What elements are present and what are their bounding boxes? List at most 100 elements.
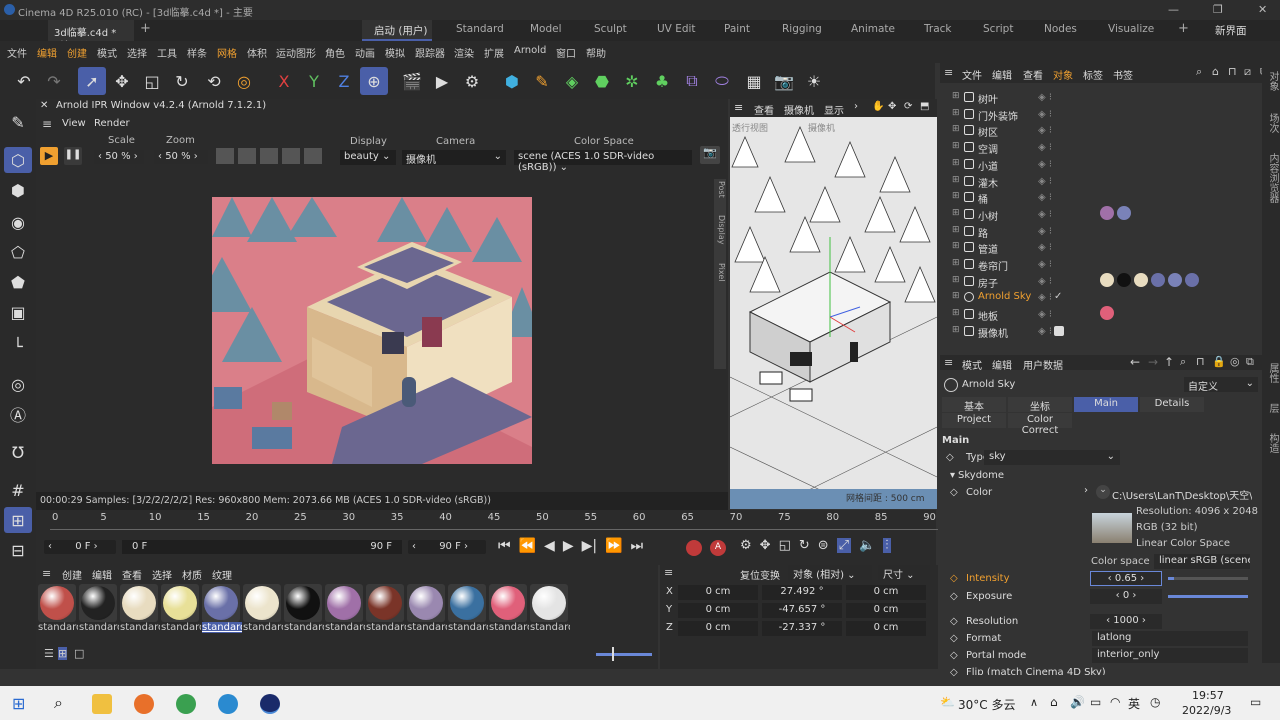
mat-menu-material[interactable]: 材质 <box>182 567 202 582</box>
render-view-icon[interactable]: 🎬 <box>398 67 426 95</box>
expand-icon[interactable]: ⊞ <box>952 291 960 301</box>
material-tag-icon[interactable] <box>1100 205 1114 220</box>
layout-tab-script[interactable]: Script <box>983 23 1013 35</box>
ipr-pause-button[interactable]: ❚❚ <box>64 147 82 165</box>
tab-details[interactable]: Details <box>1140 397 1204 412</box>
coord-size-field[interactable]: 0 cm <box>846 585 926 600</box>
obj-home-icon[interactable]: ⌂ <box>1212 65 1219 78</box>
ipr-play-button[interactable]: ▶ <box>40 147 58 165</box>
attr-pin-icon[interactable]: ⊓ <box>1196 355 1205 368</box>
move-view-icon[interactable]: ✥ <box>888 101 896 112</box>
object-name[interactable]: 灌木 <box>978 175 998 190</box>
obj-menu-edit[interactable]: 编辑 <box>992 67 1012 82</box>
material-tag-icon[interactable] <box>1100 272 1114 287</box>
attr-new-window-icon[interactable]: ⧉ <box>1246 355 1254 369</box>
menu-arnold[interactable]: Arnold <box>514 45 546 56</box>
pla-key-icon[interactable]: ⤢ <box>836 538 852 553</box>
texture-mode-icon[interactable]: ⬢ <box>4 177 32 203</box>
coord-pos-field[interactable]: 0 cm <box>678 585 758 600</box>
tab-project[interactable]: Project <box>942 413 1006 428</box>
3d-viewport[interactable]: ≡ 查看 摄像机 显示 › ✋ ✥ ⟳ ⬒ 透行视图 摄像机 网格间距: 50… <box>730 99 937 509</box>
coord-rot-field[interactable]: -47.657 ° <box>762 603 842 618</box>
mat-menu-select[interactable]: 选择 <box>152 567 172 582</box>
visibility-dots-icon[interactable]: ◈ ⁝ <box>1038 226 1052 237</box>
prev-frame-icon[interactable]: ◀ <box>544 538 555 554</box>
format-anim-icon[interactable]: ◇ <box>950 633 958 644</box>
mat-size-handle[interactable] <box>612 647 614 661</box>
object-row[interactable]: ⊞ 门外装饰 ◈ ⁝ <box>950 106 1190 123</box>
expand-icon[interactable]: ⊞ <box>952 308 960 318</box>
visibility-dots-icon[interactable]: ◈ ⁝ <box>1038 142 1052 153</box>
material-label[interactable]: standard <box>161 622 201 633</box>
material-swatch[interactable] <box>530 584 568 622</box>
layout-tab-standard[interactable]: Standard <box>456 23 504 35</box>
expand-icon[interactable]: ⊞ <box>952 108 960 118</box>
tab-color-correct[interactable]: Color Correct <box>1008 413 1072 436</box>
object-name[interactable]: 树区 <box>978 124 998 139</box>
material-tag-icon[interactable] <box>1151 272 1165 287</box>
tray-arrow-icon[interactable]: ∧ <box>1030 696 1038 709</box>
type-anim-icon[interactable]: ◇ <box>946 452 954 463</box>
expand-icon[interactable]: ⊞ <box>952 191 960 201</box>
coord-space-dropdown[interactable]: 对象 (相对) ⌄ <box>788 565 872 581</box>
viewport-more-icon[interactable]: › <box>854 101 858 112</box>
spline-pen-icon[interactable]: ✎ <box>528 67 556 95</box>
obj-menu-view[interactable]: 查看 <box>1023 67 1043 82</box>
expand-icon[interactable]: ⊞ <box>952 225 960 235</box>
document-tab[interactable]: 3d临摹.c4d * ✕ <box>48 20 134 50</box>
menu-tools[interactable]: 工具 <box>157 45 177 60</box>
obj-menu-file[interactable]: 文件 <box>962 67 982 82</box>
reset-transform-button[interactable]: 复位变换 <box>740 567 780 582</box>
render-picture-viewer-icon[interactable]: ▶ <box>428 67 456 95</box>
layout-tab-rigging[interactable]: Rigging <box>782 23 822 35</box>
edge-icon[interactable] <box>218 694 238 714</box>
goto-start-icon[interactable]: ⏮ <box>498 538 511 554</box>
subdivision-icon[interactable]: ◈ <box>558 67 586 95</box>
expand-icon[interactable]: ⊞ <box>952 208 960 218</box>
camera-dropdown[interactable]: 摄像机 ⌄ <box>402 150 506 166</box>
object-name[interactable]: 卷帘门 <box>978 258 1008 273</box>
menu-mograph[interactable]: 运动图形 <box>276 45 316 60</box>
single-view-icon[interactable]: □ <box>74 647 84 660</box>
coord-pos-field[interactable]: 0 cm <box>678 621 758 636</box>
object-hamburger-icon[interactable]: ≡ <box>944 66 953 79</box>
firefox-icon[interactable] <box>134 694 154 714</box>
object-row[interactable]: ⊞ 桶 ◈ ⁝ <box>950 189 1190 206</box>
object-row[interactable]: ⊞ 房子 ◈ ⁝ <box>950 272 1199 290</box>
add-layout-button[interactable]: + <box>1178 21 1189 36</box>
material-swatch[interactable] <box>243 584 281 622</box>
ipr-close-icon[interactable]: ✕ <box>40 100 48 111</box>
camera-icon[interactable]: 📷 <box>770 67 798 95</box>
wifi-icon[interactable]: ◠ <box>1110 695 1120 709</box>
material-label[interactable]: standard <box>38 622 78 633</box>
flip-anim-icon[interactable]: ◇ <box>950 667 958 678</box>
menu-simulate[interactable]: 模拟 <box>385 45 405 60</box>
object-name[interactable]: 树叶 <box>978 91 998 106</box>
visibility-dots-icon[interactable]: ◈ ⁝ <box>1038 259 1052 270</box>
layout-tab-track[interactable]: Track <box>924 23 951 35</box>
layout-tab-sculpt[interactable]: Sculpt <box>594 23 627 35</box>
rotate-view-icon[interactable]: ⟳ <box>904 101 912 112</box>
material-swatch[interactable] <box>325 584 363 622</box>
back-arrow-icon[interactable]: ← <box>1130 355 1140 369</box>
menu-mesh[interactable]: 网格 <box>217 45 237 60</box>
object-name[interactable]: 路 <box>978 225 988 240</box>
skydome-expander-icon[interactable]: ▾ <box>950 470 955 481</box>
hdr-thumbnail[interactable] <box>1092 513 1132 543</box>
object-name[interactable]: 地板 <box>978 308 998 323</box>
obj-menu-tags[interactable]: 标签 <box>1083 67 1103 82</box>
portal-anim-icon[interactable]: ◇ <box>950 650 958 661</box>
mat-hamburger-icon[interactable]: ≡ <box>42 567 51 580</box>
restore-icon[interactable]: ❐ <box>1213 3 1223 16</box>
keyframe-selection-icon[interactable]: ⚙ <box>740 538 752 553</box>
visibility-dots-icon[interactable]: ◈ ⁝ <box>1038 242 1052 253</box>
attr-hamburger-icon[interactable]: ≡ <box>944 356 953 369</box>
floor-icon[interactable]: ▦ <box>740 67 768 95</box>
y-axis-icon[interactable]: Y <box>300 67 328 95</box>
material-swatch[interactable] <box>202 584 240 622</box>
material-swatch[interactable] <box>448 584 486 622</box>
material-tag-icon[interactable] <box>1100 306 1114 321</box>
side-tab-takes[interactable]: 场次 <box>1265 113 1280 133</box>
undo-icon[interactable]: ↶ <box>10 67 38 95</box>
attr-lock-icon[interactable]: 🔒 <box>1212 355 1226 368</box>
